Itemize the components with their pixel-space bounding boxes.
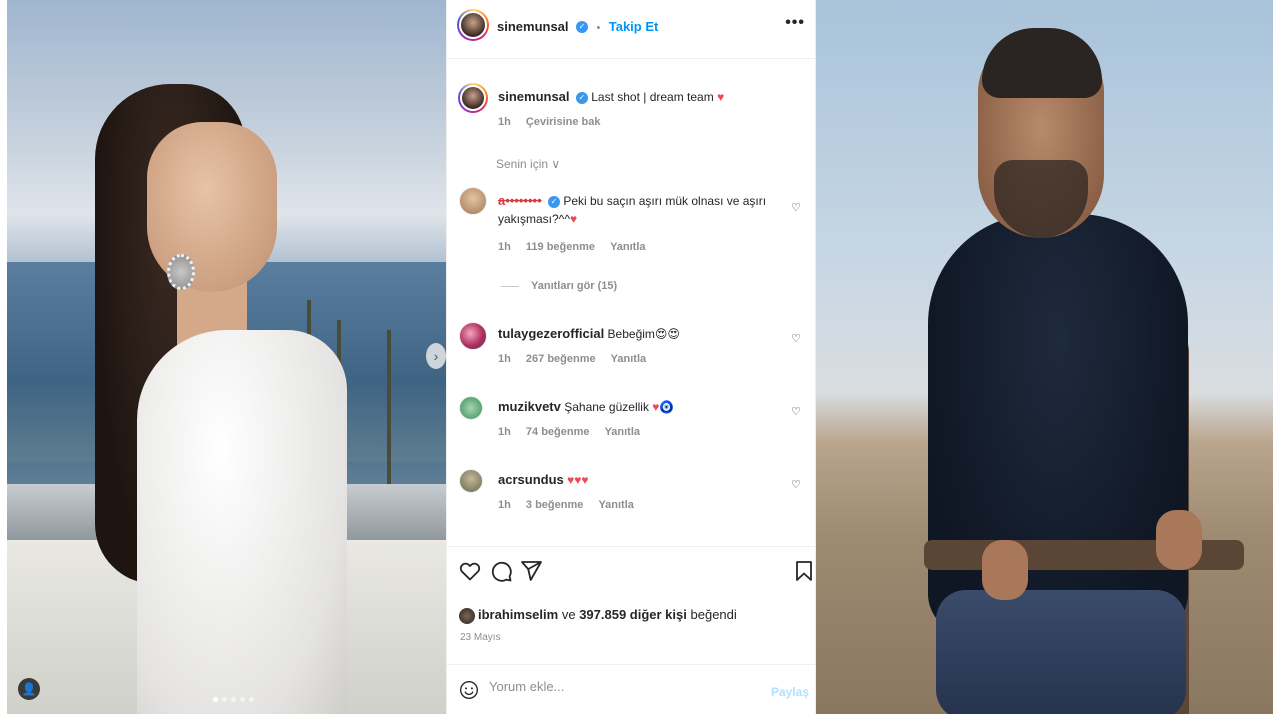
comment-likes[interactable]: 119 beğenme <box>526 241 595 253</box>
divider-line <box>501 285 519 287</box>
earring <box>167 254 195 290</box>
view-replies-button[interactable]: Yanıtları gör (15) <box>501 280 617 292</box>
reply-button[interactable]: Yanıtla <box>598 499 633 511</box>
carousel-dot <box>249 697 254 702</box>
hand <box>1156 510 1202 570</box>
comment-time: 1h <box>498 353 511 365</box>
post-header: sinemunsal ✓ • Takip Et ••• <box>447 0 815 59</box>
separator: • <box>596 22 601 34</box>
verified-badge-icon: ✓ <box>575 20 588 33</box>
comment-likes[interactable]: 267 beğenme <box>526 353 596 365</box>
avatar[interactable] <box>457 9 489 41</box>
comment-composer: Paylaş <box>447 664 815 714</box>
heart-eyes-emoji: 😍😍 <box>654 327 680 341</box>
user-tag-icon[interactable]: 👤 <box>18 678 40 700</box>
follow-button[interactable]: Takip Et <box>609 19 659 34</box>
jeans <box>936 590 1186 714</box>
liker-avatar <box>459 607 475 624</box>
carousel-dots <box>213 697 254 702</box>
like-comment-icon[interactable]: ♡ <box>791 332 801 345</box>
translate-link[interactable]: Çevirisine bak <box>526 116 601 128</box>
red-heart-emoji: ♥ <box>717 90 725 104</box>
post-date: 23 Mayıs <box>460 632 501 643</box>
reply-button[interactable]: Yanıtla <box>611 353 646 365</box>
save-bookmark-icon[interactable] <box>792 559 816 583</box>
comment-likes[interactable]: 74 beğenme <box>526 426 590 438</box>
liked-by-summary[interactable]: ibrahimselim ve 397.859 diğer kişi beğen… <box>459 607 737 624</box>
caption: sinemunsal ✓ Last shot | dream team ♥ 1h… <box>458 83 805 133</box>
comment-item: a•••••••• ✓ Peki bu saçın aşırı mük olna… <box>459 187 805 257</box>
post-panel: sinemunsal ✓ • Takip Et ••• sinemunsal ✓… <box>446 0 816 714</box>
like-comment-icon[interactable]: ♡ <box>791 201 801 214</box>
comment-time: 1h <box>498 499 511 511</box>
more-options-icon[interactable]: ••• <box>785 14 805 32</box>
chevron-right-icon[interactable]: › <box>426 343 446 369</box>
reply-button[interactable]: Yanıtla <box>605 426 640 438</box>
avatar-image <box>459 11 487 39</box>
avatar[interactable] <box>458 83 488 113</box>
post-comment-button[interactable]: Paylaş <box>771 685 809 699</box>
comment-time: 1h <box>498 241 511 253</box>
white-dress <box>137 330 347 714</box>
right-photo <box>816 0 1273 714</box>
liked-by-count[interactable]: 397.859 diğer kişi <box>579 607 687 622</box>
comment-username[interactable]: tulaygezerofficial <box>498 326 604 341</box>
liked-by-connector: ve <box>561 607 576 622</box>
share-send-icon[interactable] <box>519 559 543 583</box>
left-photo: › 👤 <box>7 0 446 714</box>
comment-username[interactable]: muzikvetv <box>498 399 561 414</box>
comment-username[interactable]: acrsundus <box>498 472 564 487</box>
carousel-dot <box>222 697 227 702</box>
commenter-avatar[interactable] <box>459 396 483 420</box>
caption-time: 1h <box>498 116 511 128</box>
carousel-dot <box>213 697 218 702</box>
caption-text: Last shot | dream team <box>591 90 714 104</box>
comment-text: Şahane güzellik <box>564 400 649 414</box>
red-hearts-emoji: ♥♥♥ <box>567 473 589 487</box>
navy-polo-shirt <box>928 214 1188 634</box>
hand <box>982 540 1028 600</box>
like-heart-icon[interactable] <box>458 559 482 583</box>
verified-badge-icon: ✓ <box>575 91 588 104</box>
comment-item: acrsundus ♥♥♥ ♡ 1h 3 beğenme Yanıtla <box>459 468 805 518</box>
palm-tree <box>387 330 391 500</box>
avatar-image <box>460 85 486 111</box>
heart-evil-eye-emoji: ♥🧿 <box>652 400 675 414</box>
emoji-icon[interactable] <box>459 680 479 700</box>
comment-input[interactable] <box>489 679 759 694</box>
comment-username[interactable]: a•••••••• <box>498 193 542 208</box>
caption-username[interactable]: sinemunsal <box>498 89 570 104</box>
like-comment-icon[interactable]: ♡ <box>791 478 801 491</box>
view-replies-label: Yanıtları gör (15) <box>531 280 618 292</box>
header-username[interactable]: sinemunsal <box>497 19 569 34</box>
reply-button[interactable]: Yanıtla <box>610 241 645 253</box>
comment-item: tulaygezerofficial Bebeğim😍😍 ♡ 1h 267 be… <box>459 322 805 372</box>
comment-bubble-icon[interactable] <box>489 559 513 583</box>
sort-dropdown[interactable]: Senin için ∨ <box>496 157 560 171</box>
commenter-avatar[interactable] <box>459 322 487 350</box>
carousel-dot <box>240 697 245 702</box>
carousel-dot <box>231 697 236 702</box>
commenter-avatar[interactable] <box>459 469 483 493</box>
comment-likes[interactable]: 3 beğenme <box>526 499 583 511</box>
like-comment-icon[interactable]: ♡ <box>791 405 801 418</box>
red-heart-emoji: ♥ <box>569 212 578 226</box>
comment-time: 1h <box>498 426 511 438</box>
comment-text: Bebeğim <box>607 327 655 341</box>
verified-badge-icon: ✓ <box>547 195 560 208</box>
commenter-avatar[interactable] <box>459 187 487 215</box>
liked-by-user[interactable]: ibrahimselim <box>478 607 558 622</box>
hair <box>982 28 1102 98</box>
liked-by-suffix: beğendi <box>690 607 737 622</box>
comment-item: muzikvetv Şahane güzellik ♥🧿 ♡ 1h 74 beğ… <box>459 395 805 445</box>
